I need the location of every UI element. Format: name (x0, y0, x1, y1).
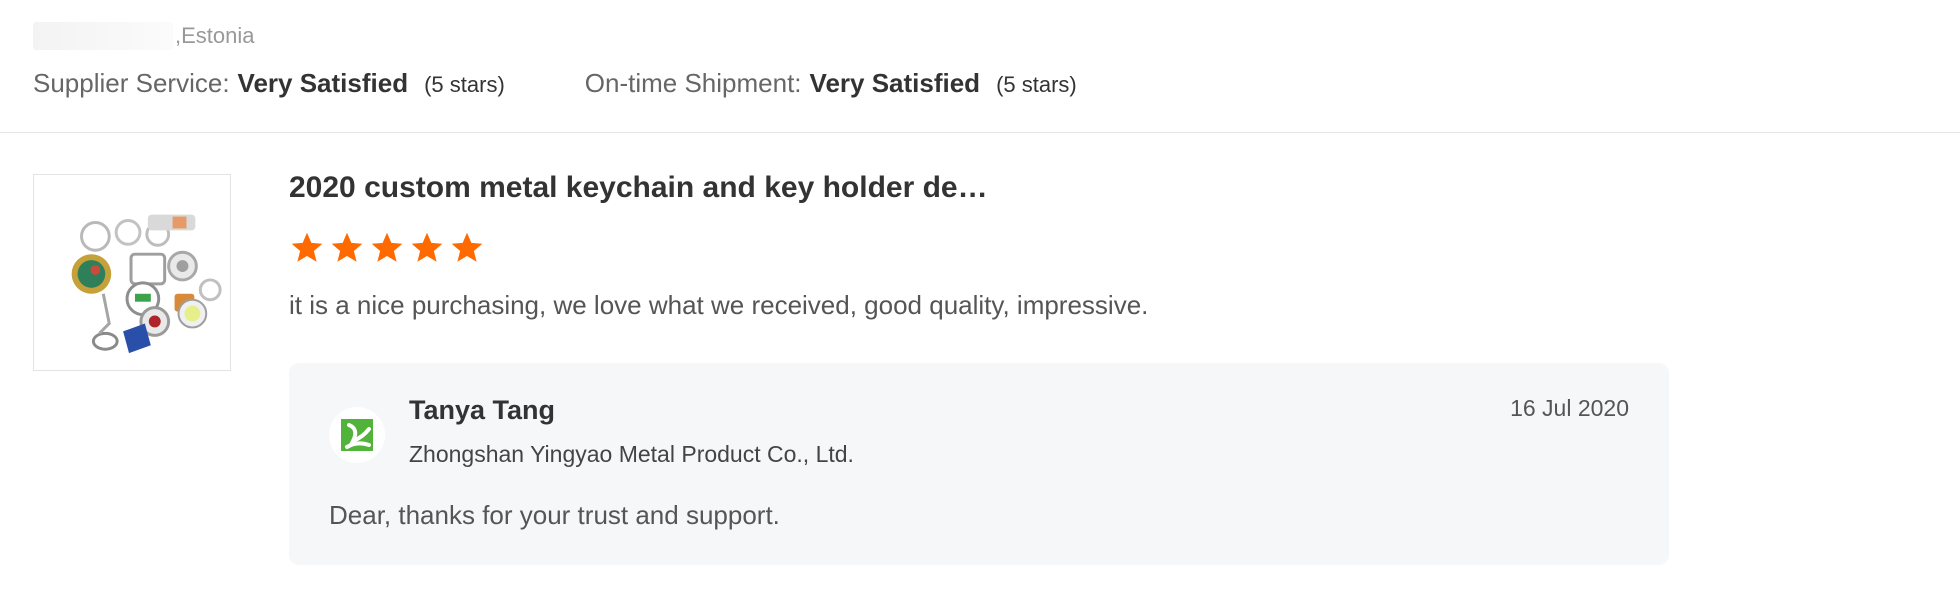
star-icon (331, 232, 363, 262)
star-icon (371, 232, 403, 262)
review-star-rating (289, 230, 489, 266)
keychain-product-image (34, 175, 230, 370)
supplier-service-rating: Supplier Service: Very Satisfied (5 star… (33, 68, 505, 99)
on-time-shipment-rating: On-time Shipment: Very Satisfied (5 star… (585, 68, 1077, 99)
star-icon (411, 232, 443, 262)
supplier-reply: Tanya Tang Zhongshan Yingyao Metal Produ… (289, 363, 1669, 565)
on-time-shipment-value: Very Satisfied (809, 68, 981, 98)
reply-date: 16 Jul 2020 (1510, 395, 1629, 421)
buyer-location: ,Estonia (175, 23, 255, 48)
review-text: it is a nice purchasing, we love what we… (289, 290, 1149, 320)
reply-company-name: Zhongshan Yingyao Metal Product Co., Ltd… (409, 441, 854, 467)
supplier-service-stars: (5 stars) (424, 72, 505, 97)
star-icon (451, 232, 483, 262)
on-time-shipment-label: On-time Shipment: (584, 68, 802, 98)
supplier-logo-avatar (329, 407, 385, 463)
buyer-name-redacted (33, 22, 173, 50)
supplier-service-value: Very Satisfied (237, 68, 409, 98)
star-icon (291, 232, 323, 262)
supplier-ratings: Supplier Service: Very Satisfied (5 star… (33, 68, 1157, 99)
product-title-link[interactable]: 2020 custom metal keychain and key holde… (289, 171, 988, 205)
reply-text: Dear, thanks for your trust and support. (329, 500, 780, 530)
buyer-info: ,Estonia (33, 22, 255, 50)
supplier-service-label: Supplier Service: (33, 68, 230, 98)
on-time-shipment-stars: (5 stars) (996, 72, 1077, 97)
review-header: ,Estonia Supplier Service: Very Satisfie… (0, 0, 1960, 133)
review-entry: 2020 custom metal keychain and key holde… (0, 133, 1960, 595)
leaf-logo-icon (329, 407, 385, 463)
reply-author-name: Tanya Tang (409, 395, 556, 425)
product-thumbnail[interactable] (33, 174, 231, 371)
